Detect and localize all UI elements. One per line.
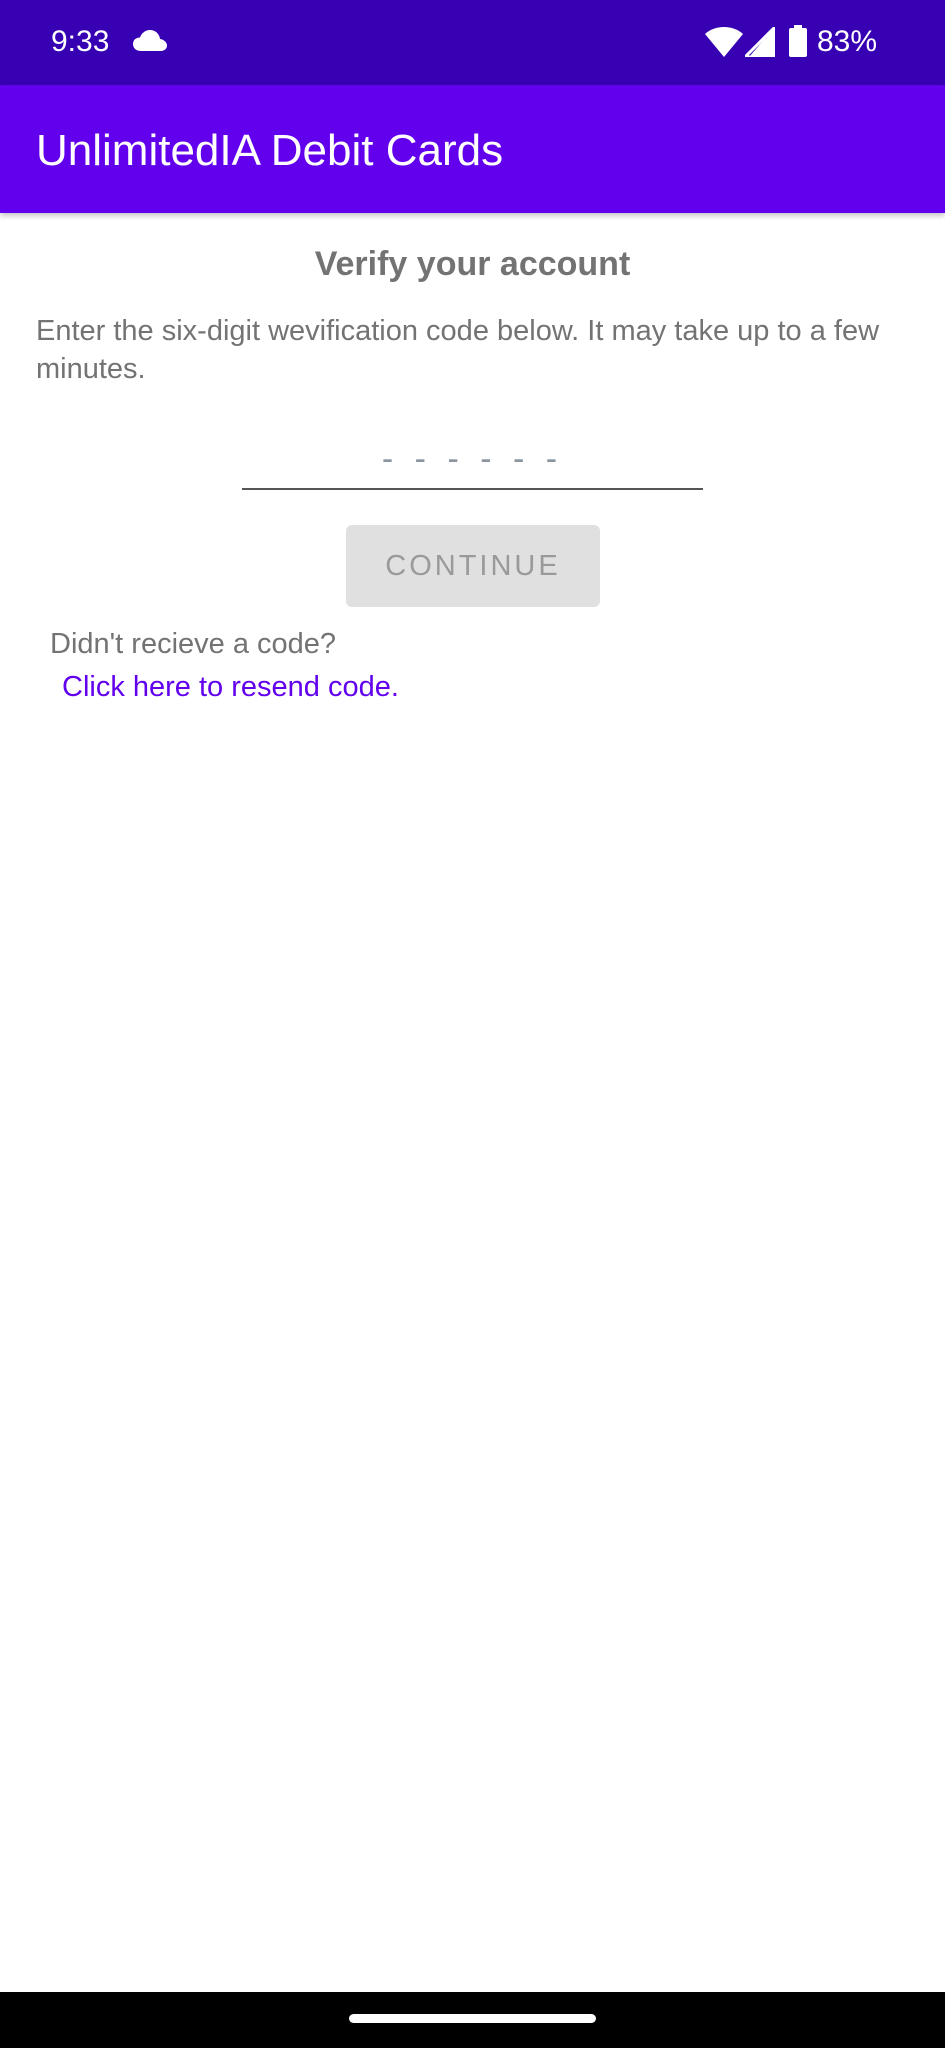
- signal-icon: [745, 27, 775, 57]
- resend-code-link[interactable]: Click here to resend code.: [62, 668, 399, 706]
- resend-prompt: Didn't recieve a code?: [50, 628, 337, 660]
- verify-title: Verify your account: [314, 245, 631, 283]
- wifi-icon: [705, 27, 743, 57]
- continue-button[interactable]: CONTINUE: [346, 525, 600, 607]
- status-time: 9:33: [51, 25, 110, 58]
- verify-instructions: Enter the six-digit wevification code be…: [36, 315, 880, 385]
- app-bar: UnlimitedIA Debit Cards: [0, 85, 945, 213]
- battery-percentage: 83%: [817, 25, 878, 58]
- status-bar: 9:33 83%: [0, 0, 945, 85]
- home-gesture-handle[interactable]: [349, 2014, 596, 2023]
- verification-code-input[interactable]: [242, 430, 703, 490]
- app-title: UnlimitedIA Debit Cards: [36, 126, 504, 175]
- cloud-icon: [133, 30, 167, 51]
- battery-icon: [789, 25, 807, 57]
- navigation-bar: [0, 1992, 945, 2048]
